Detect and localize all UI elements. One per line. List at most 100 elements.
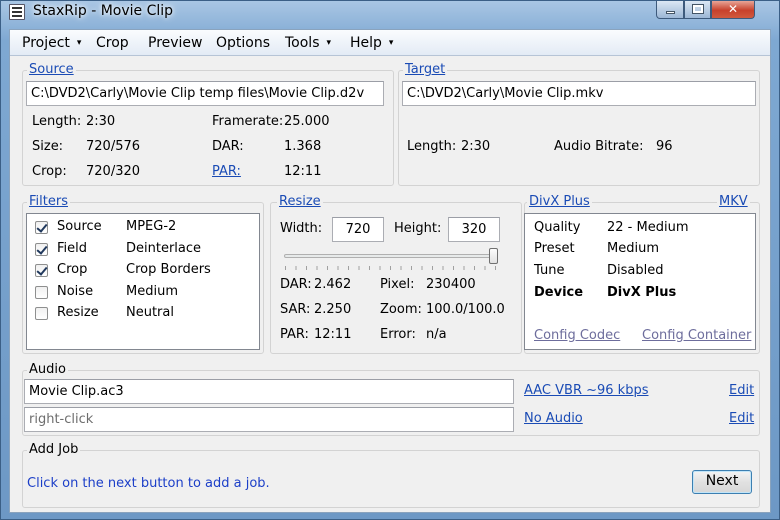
- resize-par-value: 12:11: [314, 327, 352, 342]
- minimize-button[interactable]: [656, 1, 684, 19]
- menu-options[interactable]: Options: [216, 35, 270, 51]
- source-size-label: Size:: [32, 139, 64, 154]
- filter-resize-checkbox[interactable]: [35, 307, 48, 320]
- encoder-device-value[interactable]: DivX Plus: [607, 285, 676, 300]
- filter-noise-value: Medium: [126, 284, 178, 299]
- source-size-value: 720/576: [86, 139, 141, 154]
- resize-pixel-label: Pixel:: [380, 277, 415, 292]
- resize-width-field[interactable]: 720: [332, 217, 384, 242]
- source-length-value: 2:30: [86, 114, 116, 129]
- filter-crop-checkbox[interactable]: [35, 264, 48, 277]
- encoder-preset-key: Preset: [534, 241, 575, 256]
- audio-track2-profile-link[interactable]: No Audio: [524, 411, 583, 426]
- resize-zoom-label: Zoom:: [380, 302, 422, 317]
- close-button[interactable]: ✕: [711, 1, 755, 19]
- encoder-quality-value[interactable]: 22 - Medium: [607, 220, 688, 235]
- resize-sar-value: 2.250: [314, 302, 352, 317]
- addjob-hint: Click on the next button to add a job.: [27, 476, 270, 491]
- resize-height-field[interactable]: 320: [448, 217, 500, 242]
- target-length-label: Length:: [407, 139, 457, 154]
- encoder-preset-value[interactable]: Medium: [607, 241, 659, 256]
- audio-track2-edit-link[interactable]: Edit: [729, 411, 754, 426]
- source-crop-value: 720/320: [86, 164, 141, 179]
- resize-sar-label: SAR:: [280, 302, 311, 317]
- target-length-value: 2:30: [461, 139, 491, 154]
- menu-project-label: Project: [22, 35, 70, 51]
- chevron-down-icon: ▾: [388, 38, 394, 48]
- menu-crop[interactable]: Crop: [96, 35, 129, 51]
- source-par-value: 12:11: [284, 164, 322, 179]
- source-crop-label: Crop:: [32, 164, 67, 179]
- menu-preview[interactable]: Preview: [148, 35, 203, 51]
- resize-width-label: Width:: [280, 221, 323, 236]
- audio-track2-field[interactable]: right-click: [24, 407, 514, 432]
- addjob-title: Add Job: [27, 442, 81, 457]
- filter-field-name: Field: [57, 241, 88, 256]
- resize-pixel-value: 230400: [426, 277, 476, 292]
- target-audio-bitrate-label: Audio Bitrate:: [554, 139, 644, 154]
- config-codec-link[interactable]: Config Codec: [534, 328, 620, 343]
- source-dar-label: DAR:: [212, 139, 244, 154]
- source-path-field[interactable]: C:\DVD2\Carly\Movie Clip temp files\Movi…: [26, 81, 384, 106]
- menu-tools[interactable]: Tools ▾: [285, 35, 331, 51]
- filter-field-checkbox[interactable]: [35, 243, 48, 256]
- resize-dar-label: DAR:: [280, 277, 312, 292]
- resize-zoom-value: 100.0/100.0: [426, 302, 505, 317]
- title-bar[interactable]: StaxRip - Movie Clip ✕: [1, 1, 779, 29]
- audio-title: Audio: [27, 362, 68, 377]
- menu-preview-label: Preview: [148, 35, 203, 51]
- app-icon[interactable]: [9, 4, 25, 20]
- filter-crop-name: Crop: [57, 262, 88, 277]
- close-icon: ✕: [727, 2, 739, 16]
- filter-resize-value: Neutral: [126, 305, 174, 320]
- resize-title-link[interactable]: Resize: [277, 194, 323, 209]
- target-path-field[interactable]: C:\DVD2\Carly\Movie Clip.mkv: [402, 81, 756, 106]
- filters-title-link[interactable]: Filters: [27, 194, 70, 209]
- audio-track1-profile-link[interactable]: AAC VBR ~96 kbps: [524, 383, 648, 398]
- resize-par-label: PAR:: [280, 327, 309, 342]
- source-title-link[interactable]: Source: [27, 62, 76, 77]
- encoder-device-key: Device: [534, 285, 584, 300]
- filter-field-value: Deinterlace: [126, 241, 202, 256]
- resize-error-label: Error:: [380, 327, 416, 342]
- menu-help[interactable]: Help ▾: [350, 35, 393, 51]
- filter-noise-name: Noise: [57, 284, 94, 299]
- config-container-link[interactable]: Config Container: [642, 328, 751, 343]
- source-length-label: Length:: [32, 114, 82, 129]
- target-title-link[interactable]: Target: [403, 62, 448, 77]
- main-window: StaxRip - Movie Clip ✕ Project ▾ Crop Pre…: [0, 0, 780, 520]
- audio-track1-edit-link[interactable]: Edit: [729, 383, 754, 398]
- menu-options-label: Options: [216, 35, 271, 51]
- container-link[interactable]: MKV: [717, 194, 750, 209]
- encoder-quality-key: Quality: [534, 220, 581, 235]
- filter-crop-value: Crop Borders: [126, 262, 211, 277]
- chevron-down-icon: ▾: [76, 38, 82, 48]
- resize-slider-track[interactable]: [284, 254, 498, 258]
- client-area: Project ▾ Crop Preview Options Tools ▾ Hel…: [9, 29, 771, 513]
- filters-list[interactable]: Source MPEG-2 Field Deinterlace Crop Cro…: [26, 213, 260, 350]
- maximize-button[interactable]: [684, 1, 711, 19]
- encoder-options-panel: Quality 22 - Medium Preset Medium Tune D…: [524, 213, 756, 350]
- resize-height-label: Height:: [394, 221, 442, 236]
- menu-tools-label: Tools: [285, 35, 320, 51]
- next-button[interactable]: Next: [692, 470, 752, 494]
- filter-source-value: MPEG-2: [126, 219, 177, 234]
- resize-dar-value: 2.462: [314, 277, 352, 292]
- menu-bar: Project ▾ Crop Preview Options Tools ▾ Hel…: [10, 30, 770, 56]
- filter-source-checkbox[interactable]: [35, 221, 48, 234]
- encoder-tune-value[interactable]: Disabled: [607, 263, 663, 278]
- resize-slider-thumb[interactable]: [489, 248, 498, 264]
- minimize-icon: [665, 11, 675, 14]
- filter-resize-name: Resize: [57, 305, 99, 320]
- filter-noise-checkbox[interactable]: [35, 286, 48, 299]
- source-dar-value: 1.368: [284, 139, 322, 154]
- menu-project[interactable]: Project ▾: [22, 35, 81, 51]
- source-par-link[interactable]: PAR:: [212, 164, 241, 179]
- encoder-tune-key: Tune: [534, 263, 565, 278]
- encoder-title-link[interactable]: DivX Plus: [527, 194, 592, 209]
- target-audio-bitrate-value: 96: [656, 139, 673, 154]
- audio-track1-field[interactable]: Movie Clip.ac3: [24, 379, 514, 404]
- menu-help-label: Help: [350, 35, 382, 51]
- window-title: StaxRip - Movie Clip: [33, 3, 174, 19]
- chevron-down-icon: ▾: [326, 38, 332, 48]
